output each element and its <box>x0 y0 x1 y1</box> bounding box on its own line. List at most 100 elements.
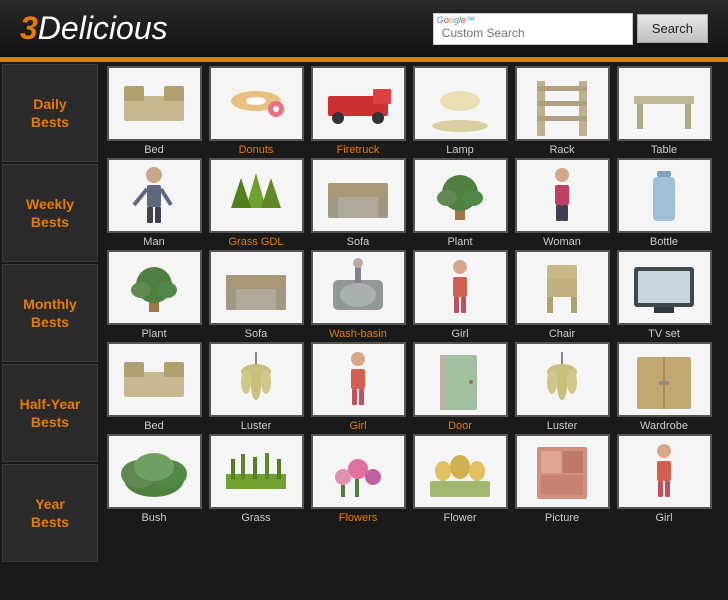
list-item[interactable]: Girl <box>308 342 408 432</box>
item-thumbnail <box>515 250 610 325</box>
item-thumbnail <box>311 66 406 141</box>
item-label: Sofa <box>347 236 370 248</box>
search-box-wrap: Google™ <box>433 13 633 45</box>
item-thumbnail <box>311 158 406 233</box>
item-label: Firetruck <box>337 144 380 156</box>
list-item[interactable]: Sofa <box>206 250 306 340</box>
search-area: Google™ Search <box>433 13 708 45</box>
item-label: Luster <box>241 420 272 432</box>
item-thumbnail <box>515 434 610 509</box>
sidebar: Daily Bests Weekly Bests Monthly Bests H… <box>0 62 100 564</box>
item-thumbnail <box>311 434 406 509</box>
sidebar-item-monthly[interactable]: Monthly Bests <box>2 264 98 362</box>
list-item[interactable]: Wash-basin <box>308 250 408 340</box>
list-item[interactable]: Grass GDL <box>206 158 306 248</box>
item-label: Chair <box>549 328 575 340</box>
item-label: Rack <box>549 144 574 156</box>
item-label: Plant <box>141 328 166 340</box>
list-item[interactable]: Plant <box>104 250 204 340</box>
grid-row-4: Bush Grass Flowers Flower Picture Girl <box>104 434 724 524</box>
item-label: Bottle <box>650 236 678 248</box>
item-label: Table <box>651 144 677 156</box>
item-label: Plant <box>447 236 472 248</box>
item-label: Bed <box>144 144 164 156</box>
sidebar-item-daily[interactable]: Daily Bests <box>2 64 98 162</box>
grid-row-1: Man Grass GDL Sofa Plant Woman Bottle <box>104 158 724 248</box>
item-thumbnail <box>515 342 610 417</box>
item-label: Wash-basin <box>329 328 387 340</box>
item-label: Luster <box>547 420 578 432</box>
item-thumbnail <box>617 434 712 509</box>
list-item[interactable]: Firetruck <box>308 66 408 156</box>
list-item[interactable]: Bush <box>104 434 204 524</box>
list-item[interactable]: Girl <box>410 250 510 340</box>
sidebar-item-halfyear[interactable]: Half-Year Bests <box>2 364 98 462</box>
list-item[interactable]: Bed <box>104 66 204 156</box>
item-thumbnail <box>413 434 508 509</box>
item-label: Man <box>143 236 164 248</box>
sidebar-item-year[interactable]: Year Bests <box>2 464 98 562</box>
item-thumbnail <box>311 342 406 417</box>
list-item[interactable]: Girl <box>614 434 714 524</box>
item-label: Girl <box>655 512 672 524</box>
item-label: Flower <box>443 512 476 524</box>
sidebar-item-weekly[interactable]: Weekly Bests <box>2 164 98 262</box>
item-label: Girl <box>349 420 366 432</box>
item-thumbnail <box>413 342 508 417</box>
list-item[interactable]: Plant <box>410 158 510 248</box>
grid-row-0: Bed Donuts Firetruck Lamp Rack Table <box>104 66 724 156</box>
list-item[interactable]: Bottle <box>614 158 714 248</box>
list-item[interactable]: Rack <box>512 66 612 156</box>
list-item[interactable]: Flowers <box>308 434 408 524</box>
item-thumbnail <box>107 66 202 141</box>
list-item[interactable]: Door <box>410 342 510 432</box>
search-button[interactable]: Search <box>637 14 708 43</box>
item-thumbnail <box>107 342 202 417</box>
item-thumbnail <box>209 434 304 509</box>
item-thumbnail <box>107 158 202 233</box>
item-label: Lamp <box>446 144 474 156</box>
item-thumbnail <box>515 158 610 233</box>
item-label: Wardrobe <box>640 420 688 432</box>
item-thumbnail <box>617 66 712 141</box>
list-item[interactable]: Chair <box>512 250 612 340</box>
item-label: Picture <box>545 512 579 524</box>
item-label: Donuts <box>239 144 274 156</box>
list-item[interactable]: Donuts <box>206 66 306 156</box>
item-thumbnail <box>617 158 712 233</box>
list-item[interactable]: Luster <box>512 342 612 432</box>
item-thumbnail <box>413 66 508 141</box>
list-item[interactable]: Lamp <box>410 66 510 156</box>
google-label: Google™ <box>437 15 475 25</box>
item-thumbnail <box>209 158 304 233</box>
item-thumbnail <box>209 250 304 325</box>
list-item[interactable]: Man <box>104 158 204 248</box>
item-label: Bush <box>141 512 166 524</box>
item-label: Door <box>448 420 472 432</box>
item-thumbnail <box>311 250 406 325</box>
grid-row-2: Plant Sofa Wash-basin Girl Chair TV set <box>104 250 724 340</box>
item-label: Sofa <box>245 328 268 340</box>
item-thumbnail <box>617 342 712 417</box>
list-item[interactable]: Bed <box>104 342 204 432</box>
list-item[interactable]: Table <box>614 66 714 156</box>
list-item[interactable]: Woman <box>512 158 612 248</box>
list-item[interactable]: Wardrobe <box>614 342 714 432</box>
item-thumbnail <box>413 250 508 325</box>
list-item[interactable]: Luster <box>206 342 306 432</box>
list-item[interactable]: Sofa <box>308 158 408 248</box>
logo-3: 3 <box>20 10 38 46</box>
item-label: Bed <box>144 420 164 432</box>
item-label: TV set <box>648 328 680 340</box>
item-thumbnail <box>209 342 304 417</box>
grid-area: Bed Donuts Firetruck Lamp Rack Table Man Grass … <box>100 62 728 564</box>
item-thumbnail <box>413 158 508 233</box>
item-label: Grass <box>241 512 270 524</box>
logo-text: Delicious <box>38 10 168 46</box>
list-item[interactable]: Grass <box>206 434 306 524</box>
item-label: Girl <box>451 328 468 340</box>
list-item[interactable]: Picture <box>512 434 612 524</box>
list-item[interactable]: Flower <box>410 434 510 524</box>
list-item[interactable]: TV set <box>614 250 714 340</box>
item-thumbnail <box>617 250 712 325</box>
